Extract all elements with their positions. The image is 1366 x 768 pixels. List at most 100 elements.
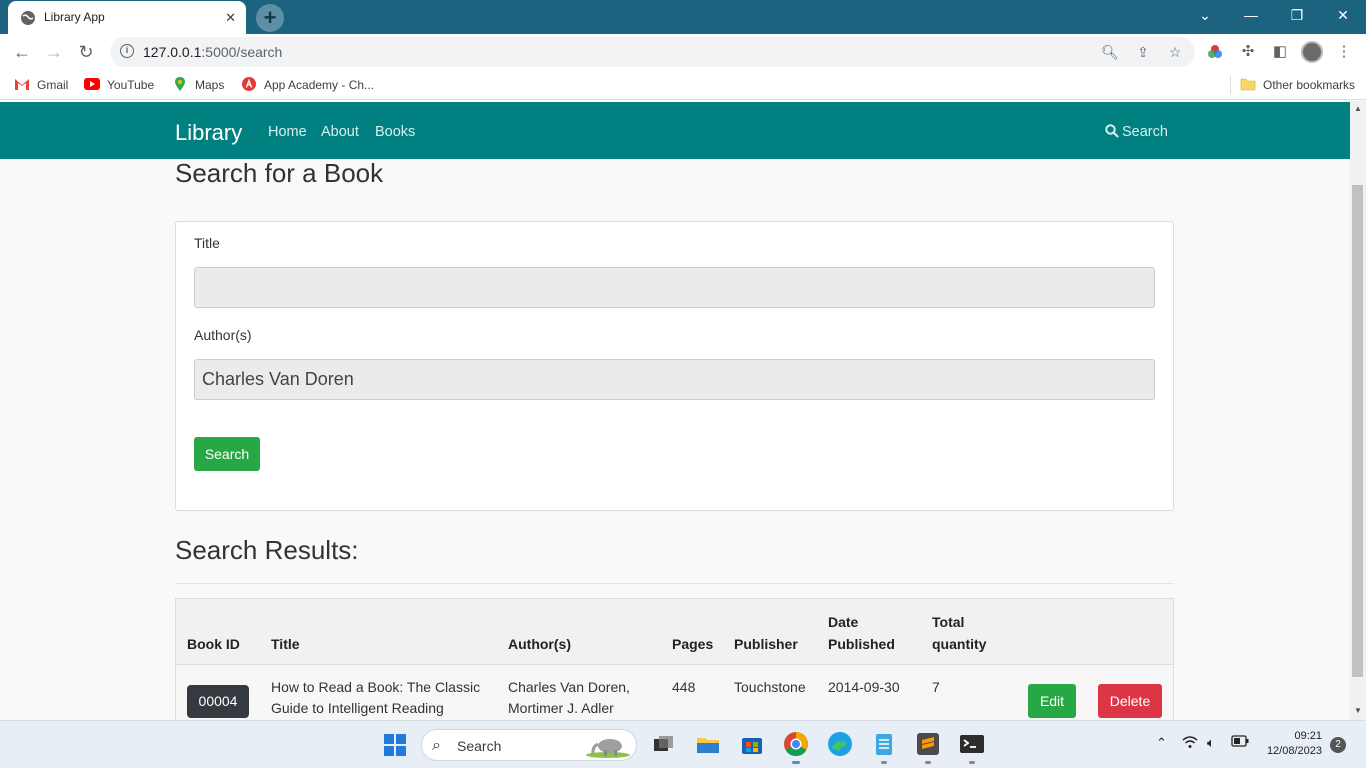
gmail-icon bbox=[15, 79, 29, 90]
nav-home-link[interactable]: Home bbox=[268, 124, 307, 140]
scroll-down-arrow-icon[interactable]: ▼ bbox=[1354, 706, 1362, 715]
chevron-down-icon[interactable]: ⌄ bbox=[1182, 4, 1228, 28]
edit-button[interactable]: Edit bbox=[1028, 684, 1076, 718]
bookmark-gmail[interactable]: Gmail bbox=[14, 76, 68, 94]
results-heading: Search Results: bbox=[175, 535, 359, 565]
nav-books-link[interactable]: Books bbox=[375, 124, 415, 140]
microsoft-store-icon[interactable] bbox=[738, 730, 766, 758]
edge-icon[interactable] bbox=[826, 730, 854, 758]
window-close-button[interactable]: ✕ bbox=[1320, 4, 1366, 28]
results-table: Book ID Title Author(s) Pages Publisher … bbox=[175, 598, 1174, 720]
info-icon[interactable]: i bbox=[120, 44, 134, 58]
restore-button[interactable]: ❐ bbox=[1274, 4, 1320, 28]
back-arrow-icon[interactable]: ← bbox=[10, 40, 34, 64]
clock-time: 09:21 bbox=[1294, 730, 1322, 742]
globe-icon bbox=[21, 11, 35, 25]
col-total-quantity: Total quantity bbox=[932, 614, 987, 652]
active-app-indicator bbox=[792, 761, 800, 764]
terminal-icon[interactable] bbox=[958, 730, 986, 758]
cell-pages: 448 bbox=[672, 679, 696, 695]
table-row: 00004 How to Read a Book: The Classic Gui… bbox=[176, 665, 1173, 720]
bookmark-other[interactable]: Other bookmarks bbox=[1240, 76, 1355, 94]
windows-start-icon[interactable] bbox=[384, 734, 406, 756]
col-publisher: Publisher bbox=[734, 636, 798, 652]
volume-icon[interactable]: 🔈︎ bbox=[1207, 735, 1215, 751]
zoom-icon[interactable]: 🔍︎ bbox=[1101, 43, 1119, 61]
app-academy-icon bbox=[242, 77, 256, 91]
avatar[interactable] bbox=[1301, 41, 1323, 63]
divider bbox=[175, 583, 1174, 584]
browser-tab-strip: Library App ✕ + ⌄ — ❐ ✕ bbox=[0, 0, 1366, 34]
side-panel-icon[interactable]: ◧ bbox=[1270, 42, 1290, 62]
scroll-up-arrow-icon[interactable]: ▲ bbox=[1354, 104, 1362, 113]
search-button[interactable]: Search bbox=[194, 437, 260, 471]
cell-date-published: 2014-09-30 bbox=[828, 679, 900, 695]
nav-about-link[interactable]: About bbox=[321, 124, 359, 140]
forward-arrow-icon[interactable]: → bbox=[42, 40, 66, 64]
page-viewport: Library Home About Books Search Search f… bbox=[0, 101, 1350, 720]
bookmark-app-academy[interactable]: App Academy - Ch... bbox=[241, 76, 374, 94]
clock-date: 12/08/2023 bbox=[1266, 745, 1322, 757]
folder-icon bbox=[1240, 78, 1256, 91]
reload-icon[interactable]: ↻ bbox=[74, 40, 98, 64]
close-icon[interactable]: ✕ bbox=[225, 10, 236, 26]
delete-button[interactable]: Delete bbox=[1098, 684, 1162, 718]
cell-authors: Charles Van Doren, Mortimer J. Adler bbox=[508, 679, 630, 716]
battery-icon[interactable] bbox=[1231, 735, 1249, 750]
col-pages: Pages bbox=[672, 636, 714, 652]
share-icon[interactable]: ⇪ bbox=[1134, 43, 1152, 61]
col-title: Title bbox=[271, 636, 300, 652]
running-app-indicator bbox=[881, 761, 887, 764]
cell-publisher: Touchstone bbox=[734, 679, 806, 695]
sublime-text-icon[interactable] bbox=[914, 730, 942, 758]
cell-total-quantity: 7 bbox=[932, 679, 940, 695]
search-icon bbox=[1105, 124, 1119, 138]
puzzle-icon[interactable]: ✣ bbox=[1238, 42, 1258, 62]
new-tab-button[interactable]: + bbox=[256, 4, 284, 32]
nav-search-link[interactable]: Search bbox=[1105, 124, 1168, 140]
menu-dots-icon[interactable]: ⋮ bbox=[1334, 42, 1354, 62]
notification-badge[interactable]: 2 bbox=[1330, 737, 1346, 753]
bookmarks-bar: Gmail YouTube Maps App Academy - Ch... O… bbox=[0, 70, 1366, 100]
wifi-icon[interactable] bbox=[1182, 735, 1198, 752]
star-icon[interactable]: ☆ bbox=[1166, 43, 1184, 61]
taskbar-search-label: Search bbox=[457, 738, 502, 754]
file-explorer-icon[interactable] bbox=[694, 730, 722, 758]
tab-title: Library App bbox=[44, 10, 105, 24]
bookmark-youtube[interactable]: YouTube bbox=[84, 76, 154, 94]
book-id-badge: 00004 bbox=[187, 685, 249, 718]
col-book-id: Book ID bbox=[187, 636, 240, 652]
task-view-icon[interactable] bbox=[650, 730, 678, 758]
maps-pin-icon bbox=[175, 77, 185, 91]
scrollbar-thumb[interactable] bbox=[1352, 185, 1363, 677]
col-date-published: Date Published bbox=[828, 614, 895, 652]
bookmark-separator bbox=[1230, 76, 1231, 94]
minimize-button[interactable]: — bbox=[1228, 4, 1274, 28]
title-label: Title bbox=[194, 235, 220, 251]
notepad-icon[interactable] bbox=[870, 730, 898, 758]
page-title: Search for a Book bbox=[175, 158, 384, 188]
author-input[interactable] bbox=[194, 359, 1155, 400]
site-navbar: Library Home About Books Search bbox=[0, 102, 1350, 159]
address-bar[interactable]: i 127.0.0.1:5000/search 🔍︎ ⇪ ☆ bbox=[110, 37, 1195, 67]
chrome-icon[interactable] bbox=[782, 730, 810, 758]
color-extension-icon[interactable] bbox=[1207, 44, 1223, 60]
bookmark-maps[interactable]: Maps bbox=[172, 76, 224, 94]
browser-tab[interactable]: Library App ✕ bbox=[8, 1, 246, 34]
cell-title: How to Read a Book: The Classic Guide to … bbox=[271, 679, 481, 716]
taskbar: ⌕ Search ⌃ 🔈︎ 09:21 12/08/2023 2 bbox=[0, 720, 1366, 768]
youtube-icon bbox=[84, 78, 100, 90]
search-form-card: Title Author(s) Search bbox=[175, 221, 1174, 511]
table-header: Book ID Title Author(s) Pages Publisher … bbox=[176, 599, 1173, 665]
clock[interactable]: 09:21 12/08/2023 bbox=[1262, 729, 1322, 759]
page-scrollbar[interactable]: ▲ ▼ bbox=[1350, 101, 1366, 720]
author-label: Author(s) bbox=[194, 327, 252, 343]
taskbar-search-box[interactable]: ⌕ Search bbox=[421, 729, 637, 761]
chevron-up-icon[interactable]: ⌃ bbox=[1156, 735, 1167, 751]
title-input[interactable] bbox=[194, 267, 1155, 308]
brand-link[interactable]: Library bbox=[175, 120, 242, 146]
running-app-indicator bbox=[925, 761, 931, 764]
browser-toolbar: ← → ↻ i 127.0.0.1:5000/search 🔍︎ ⇪ ☆ ✣ ◧… bbox=[0, 34, 1366, 70]
search-icon: ⌕ bbox=[432, 737, 441, 754]
url-text[interactable]: 127.0.0.1:5000/search bbox=[143, 44, 282, 60]
